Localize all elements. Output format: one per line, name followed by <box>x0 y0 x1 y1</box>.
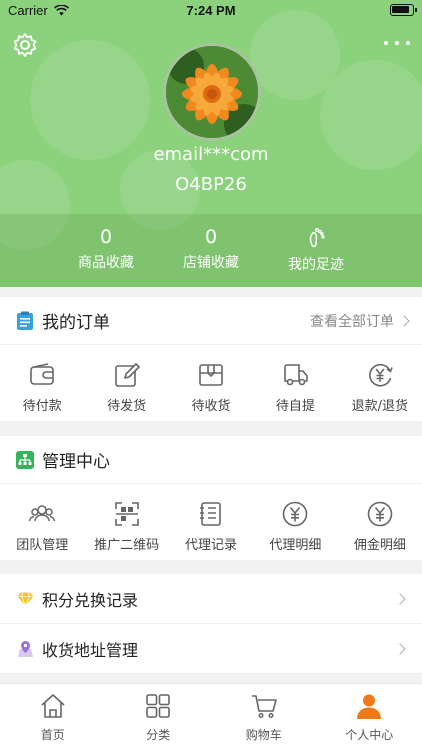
stat-label: 商品收藏 <box>78 255 134 271</box>
stat-label: 我的足迹 <box>288 257 344 273</box>
address-management-row[interactable]: 收货地址管理 <box>0 624 422 674</box>
tab-label: 购物车 <box>245 728 282 742</box>
grid-category-icon <box>146 694 171 718</box>
tab-label: 首页 <box>40 728 65 742</box>
cell-label: 佣金明细 <box>353 538 406 553</box>
chevron-right-icon <box>398 314 410 327</box>
settings-gear-icon[interactable] <box>11 31 39 59</box>
clipboard-icon <box>17 311 33 330</box>
orders-card: 我的订单 查看全部订单 待付款 待发货 待收货 待自提 退款/退货 <box>0 297 422 421</box>
more-options-icon[interactable] <box>384 36 410 50</box>
management-header: 管理中心 <box>0 436 422 484</box>
tab-category[interactable]: 分类 <box>106 684 212 750</box>
user-code: O4BP26 <box>175 174 247 195</box>
flower-avatar-image <box>166 46 258 138</box>
stat-shop-favorites[interactable]: 0 店铺收藏 <box>159 214 264 287</box>
chevron-right-icon <box>394 592 406 605</box>
profile-header: Carrier 7:24 PM email***com O4BP26 0 商品收… <box>0 0 422 287</box>
agent-details[interactable]: 代理明细 <box>253 484 337 560</box>
cell-label: 待自提 <box>275 399 315 414</box>
cell-label: 代理明细 <box>269 538 322 553</box>
notebook-icon <box>200 502 221 526</box>
user-email: email***com <box>153 144 269 165</box>
agent-records[interactable]: 代理记录 <box>169 484 253 560</box>
stat-number: 0 <box>204 226 218 248</box>
edit-pencil-icon <box>114 363 140 387</box>
tab-cart[interactable]: 购物车 <box>211 684 317 750</box>
menu-list: 积分兑换记录 收货地址管理 <box>0 574 422 674</box>
order-pending-pickup[interactable]: 待自提 <box>253 345 337 421</box>
points-exchange-row[interactable]: 积分兑换记录 <box>0 574 422 624</box>
user-profile-icon <box>357 694 382 719</box>
promo-qrcode[interactable]: 推广二维码 <box>84 484 168 560</box>
management-grid: 团队管理 推广二维码 代理记录 代理明细 佣金明细 <box>0 484 422 560</box>
decor-bubble <box>30 40 150 160</box>
cell-label: 待发货 <box>107 399 147 414</box>
tab-label: 分类 <box>146 728 171 742</box>
home-icon <box>41 694 65 718</box>
cell-label: 待付款 <box>22 399 62 414</box>
orders-header: 我的订单 查看全部订单 <box>0 297 422 345</box>
refund-yen-icon <box>368 363 393 387</box>
package-box-icon <box>199 364 223 386</box>
management-title: 管理中心 <box>42 452 110 472</box>
diamond-icon <box>17 591 34 606</box>
delivery-truck-icon <box>284 364 309 386</box>
view-all-orders-link[interactable]: 查看全部订单 <box>310 311 410 331</box>
tab-home[interactable]: 首页 <box>0 684 106 750</box>
yen-circle-icon <box>367 501 393 527</box>
shopping-cart-icon <box>251 695 277 719</box>
stat-number: 0 <box>99 226 113 248</box>
orders-grid: 待付款 待发货 待收货 待自提 退款/退货 <box>0 345 422 421</box>
stat-my-footprints[interactable]: 我的足迹 <box>264 214 369 287</box>
tab-profile[interactable]: 个人中心 <box>317 684 422 750</box>
address-management-label: 收货地址管理 <box>42 640 139 660</box>
order-pending-receipt[interactable]: 待收货 <box>169 345 253 421</box>
commission-details[interactable]: 佣金明细 <box>338 484 422 560</box>
cell-label: 退款/退货 <box>351 399 409 414</box>
footprint-icon <box>309 227 325 248</box>
avatar[interactable] <box>163 43 261 141</box>
orders-title: 我的订单 <box>42 313 110 333</box>
battery-icon <box>390 4 417 16</box>
cell-label: 代理记录 <box>185 538 238 553</box>
cell-label: 推广二维码 <box>94 538 160 553</box>
yen-circle-icon <box>283 501 308 527</box>
org-chart-icon <box>16 450 34 469</box>
stat-label: 店铺收藏 <box>183 255 239 271</box>
order-refund-return[interactable]: 退款/退货 <box>338 345 422 421</box>
status-time: 7:24 PM <box>186 3 236 18</box>
location-pin-icon <box>18 640 33 657</box>
stat-product-favorites[interactable]: 0 商品收藏 <box>54 214 159 287</box>
points-exchange-label: 积分兑换记录 <box>42 590 139 610</box>
cell-label: 团队管理 <box>16 538 69 553</box>
tab-label: 个人中心 <box>345 728 394 742</box>
chevron-right-icon <box>394 642 406 655</box>
stats-bar: 0 商品收藏 0 店铺收藏 我的足迹 <box>0 214 422 287</box>
management-card: 管理中心 团队管理 推广二维码 代理记录 代理明细 佣金明细 <box>0 436 422 560</box>
wallet-icon <box>30 363 55 385</box>
team-management[interactable]: 团队管理 <box>0 484 84 560</box>
cell-label: 待收货 <box>191 399 231 414</box>
order-pending-shipment[interactable]: 待发货 <box>84 345 168 421</box>
view-all-orders-label: 查看全部订单 <box>310 313 394 330</box>
tab-bar: 首页 分类 购物车 个人中心 <box>0 683 422 750</box>
team-users-icon <box>28 505 56 522</box>
status-bar: Carrier 7:24 PM <box>0 0 422 22</box>
order-pending-payment[interactable]: 待付款 <box>0 345 84 421</box>
qrcode-scan-icon <box>114 502 139 526</box>
